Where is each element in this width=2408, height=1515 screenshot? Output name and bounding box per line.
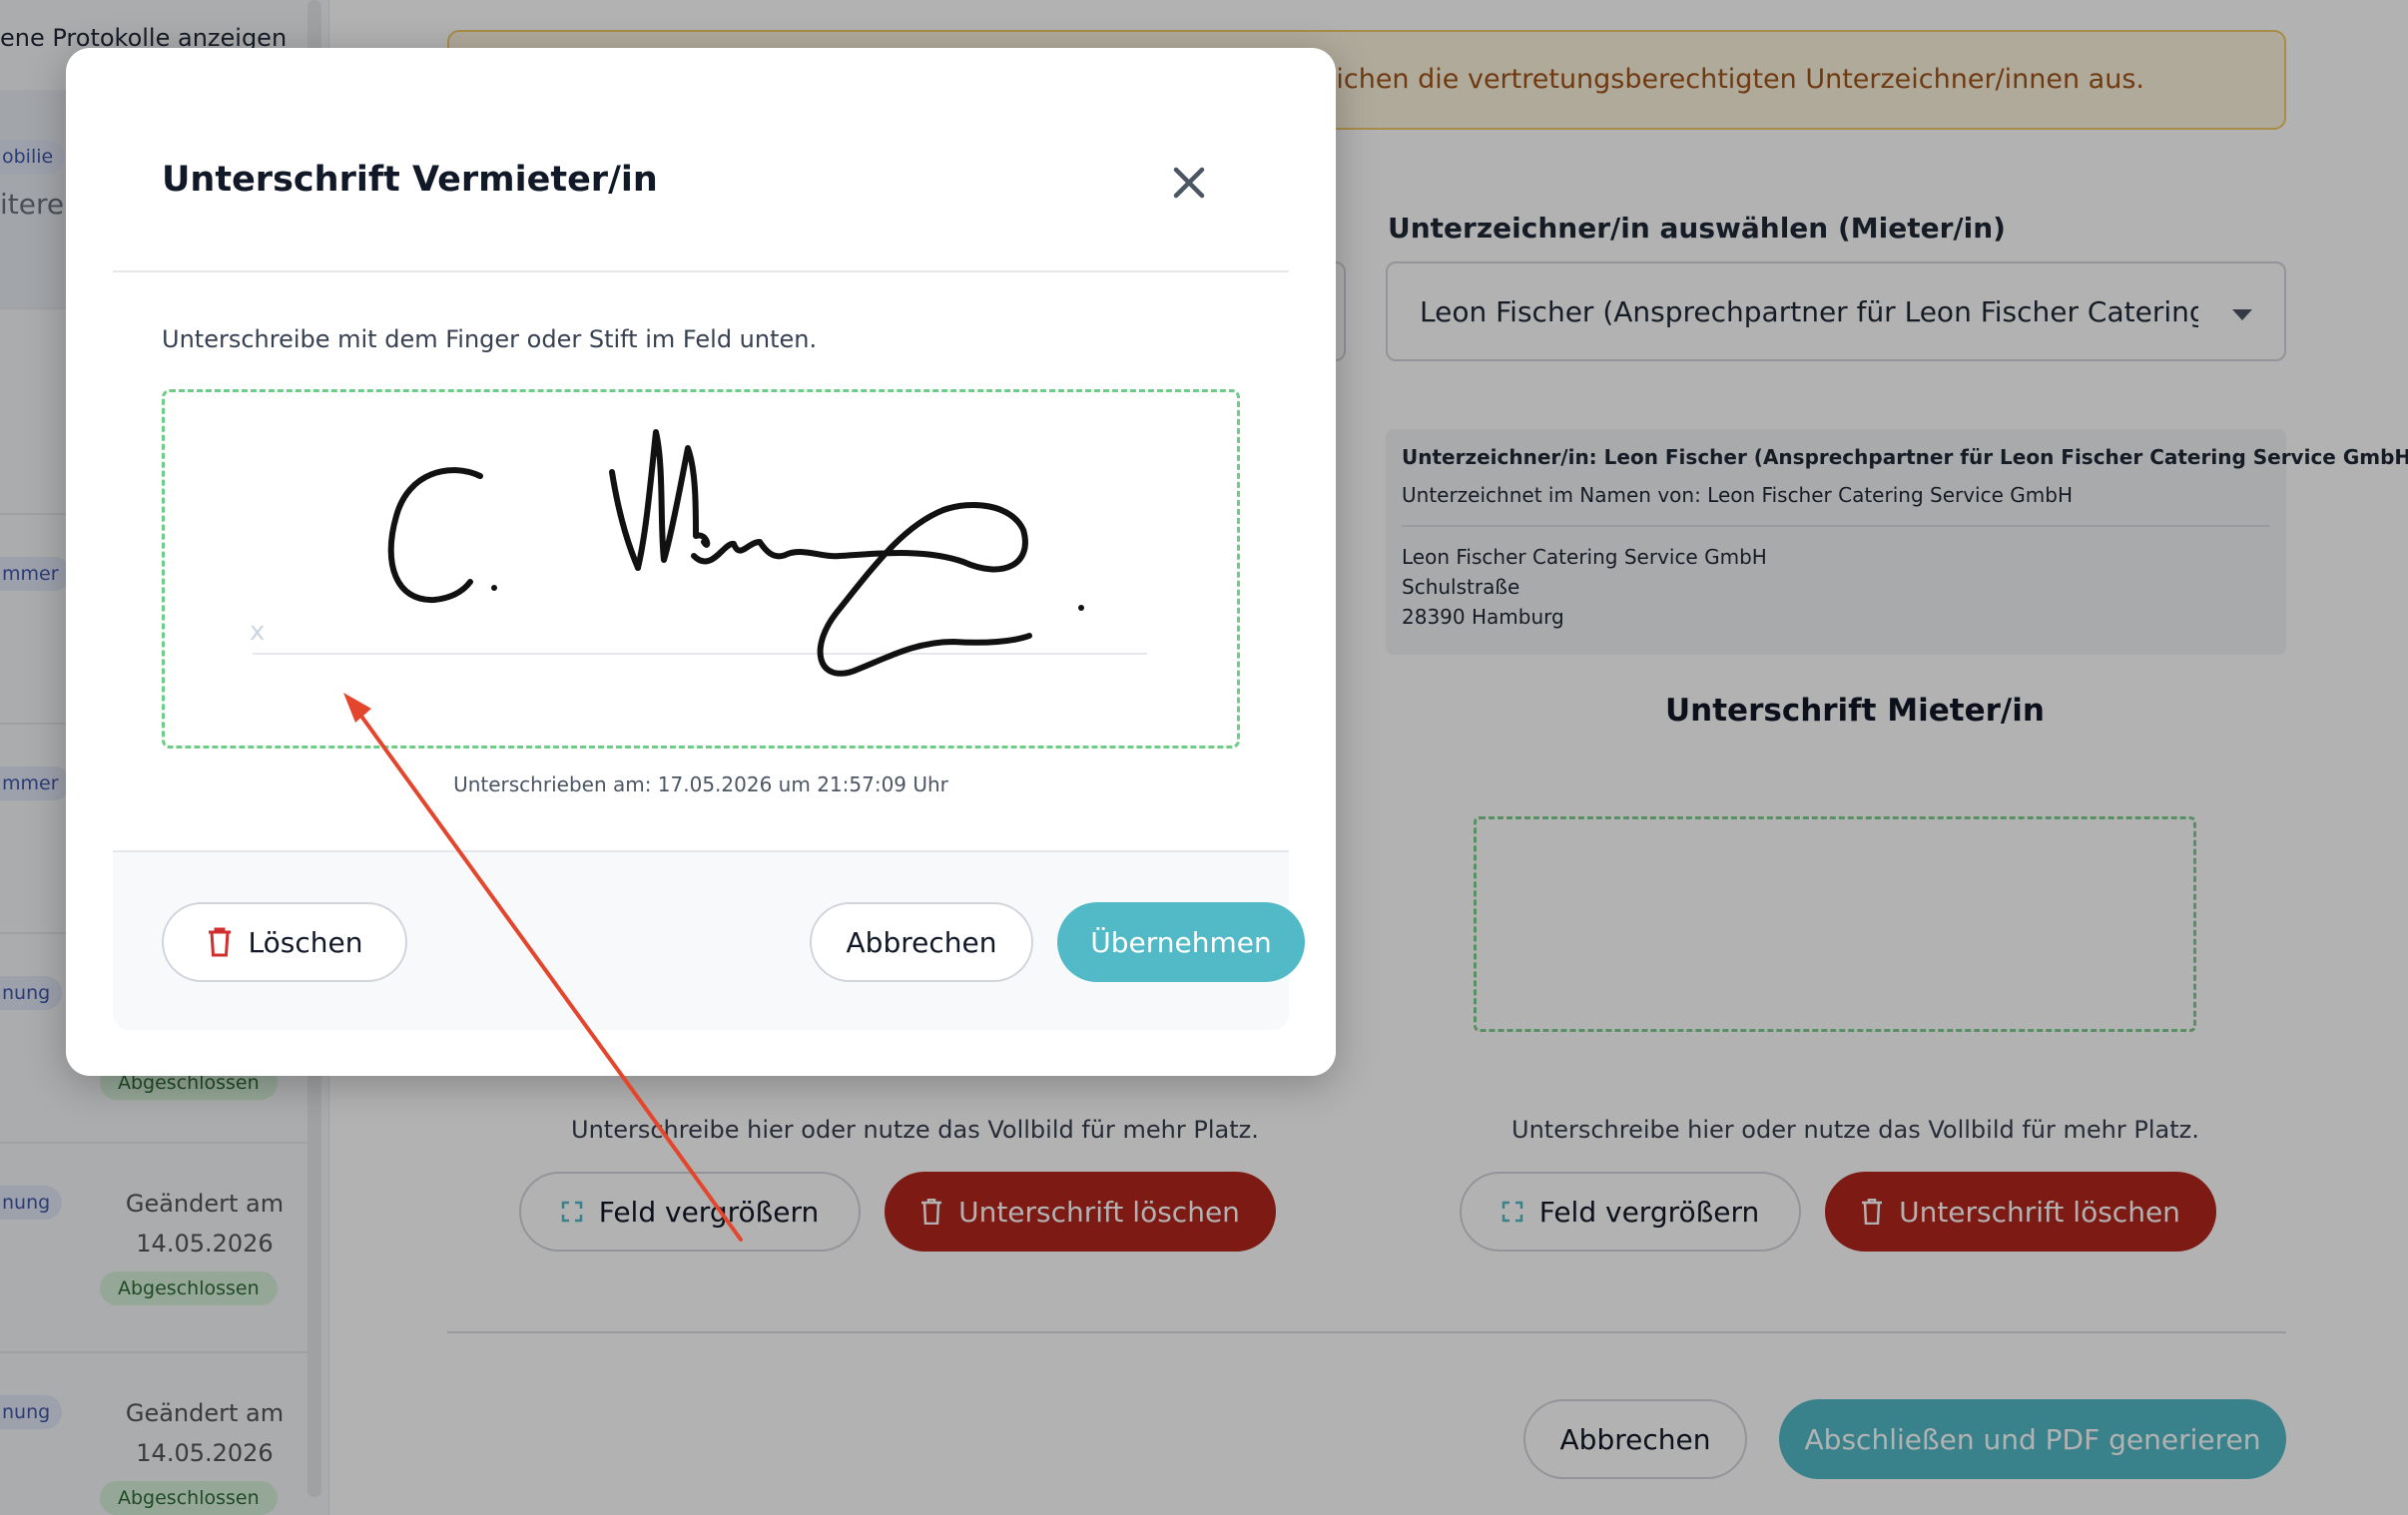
- signature-modal: Unterschrift Vermieter/in Unterschreibe …: [66, 48, 1336, 1076]
- close-icon: [1173, 167, 1205, 199]
- signature-baseline-marker: x: [250, 617, 265, 647]
- cancel-label: Abbrechen: [846, 925, 997, 959]
- trash-icon: [208, 927, 231, 957]
- cancel-button[interactable]: Abbrechen: [810, 902, 1033, 982]
- close-button[interactable]: [1164, 158, 1214, 208]
- delete-button[interactable]: Löschen: [162, 902, 407, 982]
- divider: [113, 270, 1289, 272]
- apply-label: Übernehmen: [1090, 925, 1272, 959]
- signature-drawing: x: [250, 429, 1147, 677]
- signature-pad[interactable]: x: [162, 389, 1240, 749]
- apply-button[interactable]: Übernehmen: [1057, 902, 1305, 982]
- modal-footer: Löschen Abbrechen Übernehmen: [113, 850, 1305, 1030]
- delete-label: Löschen: [248, 925, 363, 959]
- signature-instruction: Unterschreibe mit dem Finger oder Stift …: [162, 325, 818, 353]
- signed-timestamp: Unterschrieben am: 17.05.2026 um 21:57:0…: [453, 772, 948, 796]
- modal-title: Unterschrift Vermieter/in: [162, 160, 658, 200]
